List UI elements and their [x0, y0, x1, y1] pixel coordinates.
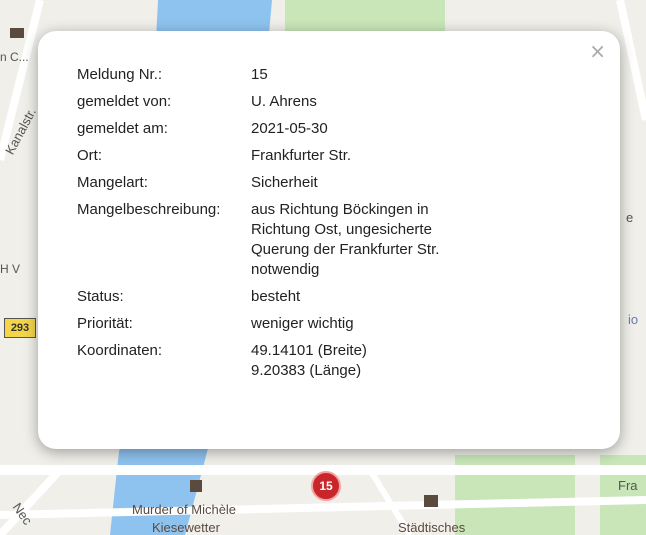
- detail-row: Koordinaten: 49.14101 (Breite) 9.20383 (…: [77, 341, 483, 388]
- detail-value: aus Richtung Böckingen in Richtung Ost, …: [251, 201, 440, 278]
- map-label-right-io: io: [628, 312, 639, 327]
- detail-value: 49.14101 (Breite) 9.20383 (Länge): [251, 341, 483, 388]
- map-label-right-edge: e: [626, 210, 634, 225]
- map-marker-15[interactable]: 15: [311, 471, 341, 501]
- map-label-left: H V: [0, 262, 21, 276]
- detail-key: gemeldet von:: [77, 93, 172, 110]
- detail-row: Mangelart: Sicherheit: [77, 173, 483, 200]
- map-label-top-left: n C...: [0, 50, 29, 64]
- detail-key: Mangelart:: [77, 174, 148, 191]
- detail-key: gemeldet am:: [77, 120, 168, 137]
- close-icon[interactable]: ×: [589, 41, 606, 61]
- report-popup: × Meldung Nr.: 15 gemeldet von: U. Ahren…: [38, 31, 620, 449]
- detail-key: Priorität:: [77, 315, 133, 332]
- detail-value: 2021-05-30: [251, 120, 328, 137]
- detail-key: Meldung Nr.:: [77, 66, 163, 83]
- detail-row: Meldung Nr.: 15: [77, 65, 483, 92]
- map-label-staedtisches: Städtisches: [398, 520, 466, 535]
- report-details-table: Meldung Nr.: 15 gemeldet von: U. Ahrens …: [77, 65, 483, 388]
- latitude-value: 49.14101 (Breite): [251, 342, 367, 359]
- detail-value: 15: [251, 66, 268, 83]
- detail-value: besteht: [251, 288, 301, 305]
- detail-value: Frankfurter Str.: [251, 147, 352, 164]
- detail-key: Koordinaten:: [77, 342, 163, 359]
- detail-row: Mangelbeschreibung: aus Richtung Böcking…: [77, 200, 483, 287]
- map-label-fra: Fra: [618, 478, 638, 493]
- detail-row: Status: besteht: [77, 287, 483, 314]
- detail-row: Priorität: weniger wichtig: [77, 314, 483, 341]
- detail-key: Ort:: [77, 147, 102, 164]
- longitude-value: 9.20383 (Länge): [251, 362, 362, 379]
- map-label-kiesewetter: Kiesewetter: [152, 520, 220, 535]
- detail-value: U. Ahrens: [251, 93, 317, 110]
- detail-key: Mangelbeschreibung:: [77, 201, 221, 218]
- detail-row: Ort: Frankfurter Str.: [77, 146, 483, 173]
- detail-value: Sicherheit: [251, 174, 318, 191]
- detail-value: weniger wichtig: [251, 315, 354, 332]
- detail-row: gemeldet von: U. Ahrens: [77, 92, 483, 119]
- detail-key: Status:: [77, 288, 124, 305]
- detail-row: gemeldet am: 2021-05-30: [77, 119, 483, 146]
- road-shield: 293: [4, 318, 36, 338]
- map-label-murder: Murder of Michèle: [132, 502, 237, 517]
